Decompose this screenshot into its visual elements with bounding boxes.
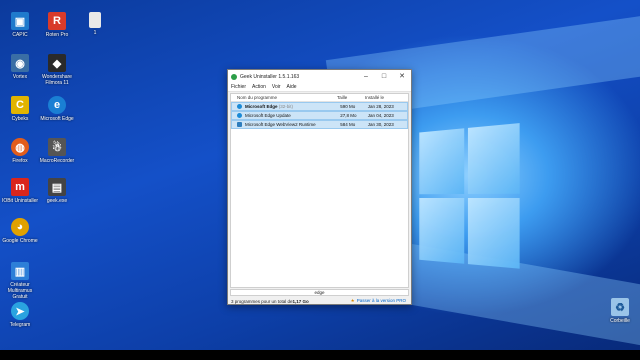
desktop: ▣ CAPIC R Roten Pro 1 ◉ Vortex ◆ Wonders… bbox=[0, 0, 640, 350]
desktop-icon-label: Firefox bbox=[0, 158, 40, 164]
desktop-icon-label: Microsoft Edge bbox=[37, 116, 77, 122]
file-icon bbox=[89, 12, 101, 28]
capic-icon: ▣ bbox=[11, 12, 29, 30]
status-total: 1,17 Go bbox=[293, 299, 309, 304]
desktop-icon-label: IOBit Uninstaller bbox=[0, 198, 40, 204]
list-header: Nom du programme Taille Installé le bbox=[231, 94, 408, 102]
search-input[interactable]: edge bbox=[230, 289, 409, 296]
program-name: Microsoft Edge bbox=[245, 104, 278, 109]
desktop-icon-firefox[interactable]: ◍ Firefox bbox=[0, 138, 40, 164]
title-bar[interactable]: Geek Uninstaller 1.5.1.163 – □ ✕ bbox=[228, 70, 411, 83]
desktop-icon-filmora[interactable]: ◆ Wondershare Filmora 11 bbox=[37, 54, 77, 86]
minimize-button[interactable]: – bbox=[357, 70, 375, 83]
desktop-icon-label: Corbeille bbox=[600, 318, 640, 324]
desktop-icon-chrome[interactable]: ◕ Google Chrome bbox=[0, 218, 40, 244]
multiramus-icon: ▥ bbox=[11, 262, 29, 280]
menu-voir[interactable]: Voir bbox=[272, 84, 281, 90]
desktop-icon-capic[interactable]: ▣ CAPIC bbox=[0, 12, 40, 38]
desktop-icon-label: Vortex bbox=[0, 74, 40, 80]
desktop-icon-label: Telegram bbox=[0, 322, 40, 328]
desktop-icon-geek-exe[interactable]: ▤ geek.exe bbox=[37, 178, 77, 204]
roten-pro-icon: R bbox=[48, 12, 66, 30]
cybeks-icon: C bbox=[11, 96, 29, 114]
vortex-icon: ◉ bbox=[11, 54, 29, 72]
menu-aide[interactable]: Aide bbox=[287, 84, 297, 90]
macrorecorder-icon: ☃ bbox=[48, 138, 66, 156]
menu-bar: Fichier Action Voir Aide bbox=[228, 83, 411, 92]
column-header-name[interactable]: Nom du programme bbox=[231, 95, 337, 100]
status-text: 3 programmes pour un total de bbox=[231, 299, 293, 304]
column-header-size[interactable]: Taille bbox=[337, 95, 365, 100]
geek-app-icon bbox=[231, 74, 237, 80]
desktop-icon-label: Créateur Multiramus Gratuit bbox=[0, 282, 40, 300]
edge-update-icon bbox=[237, 113, 242, 118]
desktop-icon-cybeks[interactable]: C Cybeks bbox=[0, 96, 40, 122]
desktop-icon-vortex[interactable]: ◉ Vortex bbox=[0, 54, 40, 80]
desktop-icon-label: CAPIC bbox=[0, 32, 40, 38]
program-size: 27,8 Mo bbox=[340, 113, 367, 118]
program-name: Microsoft Edge WebView2 Runtime bbox=[245, 122, 340, 127]
recycle-bin-icon: ♻ bbox=[611, 298, 629, 316]
windows-logo bbox=[419, 123, 521, 273]
desktop-icon-edge[interactable]: e Microsoft Edge bbox=[37, 96, 77, 122]
geek-uninstaller-window: Geek Uninstaller 1.5.1.163 – □ ✕ Fichier… bbox=[227, 69, 412, 305]
desktop-icon-label: 1 bbox=[75, 30, 115, 36]
telegram-icon: ➤ bbox=[11, 302, 29, 320]
table-row[interactable]: Microsoft Edge Update 27,8 Mo Jan 04, 20… bbox=[231, 111, 408, 120]
desktop-icon-roten-pro[interactable]: R Roten Pro bbox=[37, 12, 77, 38]
desktop-icon-telegram[interactable]: ➤ Telegram bbox=[0, 302, 40, 328]
edge-icon: e bbox=[48, 96, 66, 114]
program-name: Microsoft Edge Update bbox=[245, 113, 340, 118]
webview2-icon bbox=[237, 122, 242, 127]
desktop-icon-label: Wondershare Filmora 11 bbox=[37, 74, 77, 86]
program-date: Jan 04, 2023 bbox=[368, 113, 407, 118]
menu-action[interactable]: Action bbox=[252, 84, 266, 90]
star-icon: ★ bbox=[351, 298, 355, 303]
desktop-icon-recycle-bin[interactable]: ♻ Corbeille bbox=[600, 298, 640, 324]
filmora-icon: ◆ bbox=[48, 54, 66, 72]
firefox-icon: ◍ bbox=[11, 138, 29, 156]
program-date: Jan 28, 2023 bbox=[368, 104, 407, 109]
window-title: Geek Uninstaller 1.5.1.163 bbox=[240, 74, 357, 80]
status-bar: 3 programmes pour un total de 1,17 Go ★ P… bbox=[228, 297, 411, 305]
pro-upgrade-label: Passer à la version PRO bbox=[357, 298, 406, 303]
program-list[interactable]: Nom du programme Taille Installé le Micr… bbox=[230, 93, 409, 288]
column-header-date[interactable]: Installé le bbox=[365, 95, 405, 100]
pro-upgrade-link[interactable]: ★ Passer à la version PRO bbox=[351, 298, 406, 304]
desktop-icon-label: MacroRecorder bbox=[37, 158, 77, 164]
desktop-icon-label: Google Chrome bbox=[0, 238, 40, 244]
edge-icon bbox=[237, 104, 242, 109]
program-size: 590 Mo bbox=[340, 104, 367, 109]
letterbox-bar bbox=[0, 350, 640, 360]
desktop-icon-iobit[interactable]: m IOBit Uninstaller bbox=[0, 178, 40, 204]
table-row[interactable]: Microsoft Edge (32-bit) 590 Mo Jan 28, 2… bbox=[231, 102, 408, 111]
desktop-icon-multiramus[interactable]: ▥ Créateur Multiramus Gratuit bbox=[0, 262, 40, 300]
maximize-button[interactable]: □ bbox=[375, 70, 393, 83]
geek-exe-icon: ▤ bbox=[48, 178, 66, 196]
iobit-icon: m bbox=[11, 178, 29, 196]
table-row[interactable]: Microsoft Edge WebView2 Runtime 584 Mo J… bbox=[231, 120, 408, 129]
desktop-icon-file[interactable]: 1 bbox=[75, 12, 115, 36]
desktop-icon-label: geek.exe bbox=[37, 198, 77, 204]
program-size: 584 Mo bbox=[340, 122, 367, 127]
desktop-icon-macrorecorder[interactable]: ☃ MacroRecorder bbox=[37, 138, 77, 164]
program-date: Jan 30, 2023 bbox=[368, 122, 407, 127]
program-arch: (32-bit) bbox=[278, 104, 294, 109]
desktop-icon-label: Cybeks bbox=[0, 116, 40, 122]
desktop-icon-label: Roten Pro bbox=[37, 32, 77, 38]
close-button[interactable]: ✕ bbox=[393, 70, 411, 83]
chrome-icon: ◕ bbox=[11, 218, 29, 236]
menu-fichier[interactable]: Fichier bbox=[231, 84, 246, 90]
